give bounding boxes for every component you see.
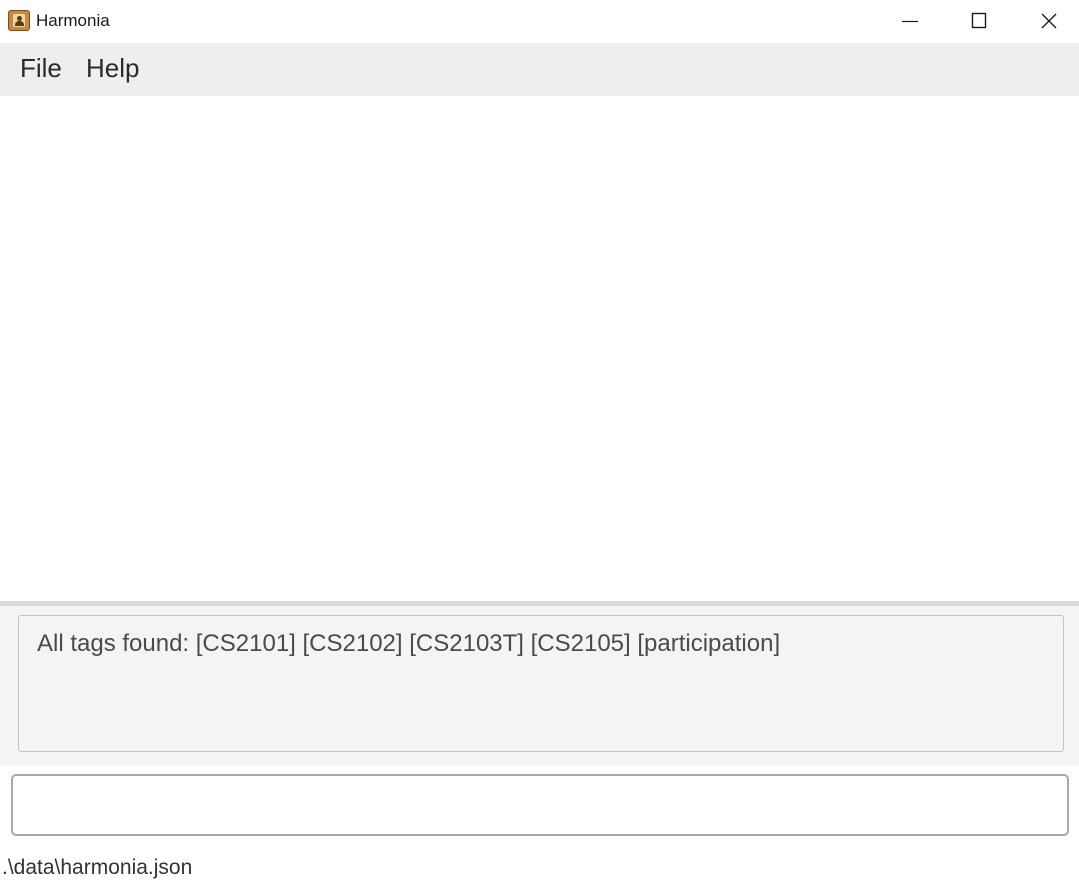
person-list-panel xyxy=(0,96,1079,601)
save-file-path: .\data\harmonia.json xyxy=(2,856,193,879)
command-box-panel xyxy=(0,766,1079,850)
result-message: All tags found: [CS2101] [CS2102] [CS210… xyxy=(37,630,781,657)
close-button[interactable] xyxy=(1014,0,1079,43)
menu-help[interactable]: Help xyxy=(86,53,139,84)
menu-file[interactable]: File xyxy=(20,53,62,84)
menu-bar: File Help xyxy=(0,43,1079,96)
status-bar: .\data\harmonia.json xyxy=(0,850,1079,884)
result-display-panel: All tags found: [CS2101] [CS2102] [CS210… xyxy=(0,606,1079,766)
maximize-button[interactable] xyxy=(945,0,1013,43)
title-bar: Harmonia xyxy=(0,0,1079,43)
command-input[interactable] xyxy=(11,774,1069,836)
result-display-box[interactable]: All tags found: [CS2101] [CS2102] [CS210… xyxy=(18,615,1064,752)
maximize-icon xyxy=(971,12,987,29)
close-icon xyxy=(1041,13,1057,29)
minimize-icon xyxy=(902,20,918,23)
window-title: Harmonia xyxy=(36,11,110,30)
minimize-button[interactable] xyxy=(876,0,944,43)
address-book-icon xyxy=(8,10,30,31)
